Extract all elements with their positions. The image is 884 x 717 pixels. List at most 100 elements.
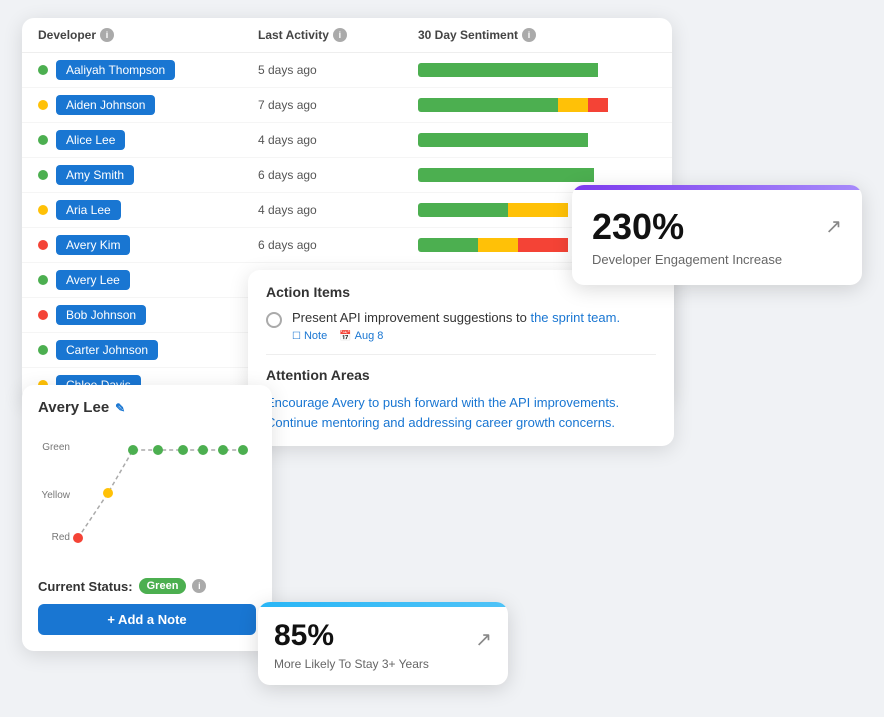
dev-cell: Bob Johnson — [38, 305, 258, 325]
bar-segment — [508, 203, 568, 217]
svg-text:Yellow: Yellow — [41, 490, 70, 501]
dev-badge[interactable]: Amy Smith — [56, 165, 134, 185]
profile-chart: Green Yellow Red — [38, 428, 256, 568]
engagement-card-content: 230% Developer Engagement Increase ↗ — [572, 190, 862, 285]
svg-text:Red: Red — [52, 532, 70, 543]
retention-trend-icon: ↗ — [475, 627, 492, 652]
status-dot — [38, 100, 48, 110]
activity-cell: 4 days ago — [258, 133, 418, 147]
dev-badge[interactable]: Carter Johnson — [56, 340, 158, 360]
retention-percentage: 85% — [274, 619, 429, 653]
table-header: Developer i Last Activity i 30 Day Senti… — [22, 18, 672, 53]
dev-badge[interactable]: Aiden Johnson — [56, 95, 155, 115]
dev-cell: Avery Kim — [38, 235, 258, 255]
sentiment-bar-cell — [418, 133, 656, 147]
retention-card: 85% More Likely To Stay 3+ Years ↗ — [258, 602, 508, 685]
retention-card-content: 85% More Likely To Stay 3+ Years ↗ — [258, 607, 508, 685]
status-dot — [38, 275, 48, 285]
bar-segment — [558, 98, 588, 112]
date-tag[interactable]: 📅 Aug 8 — [339, 330, 383, 342]
bar-segment — [418, 203, 508, 217]
sentiment-info-icon[interactable]: i — [522, 28, 536, 42]
action-check[interactable] — [266, 312, 282, 328]
dev-cell: Carter Johnson — [38, 340, 258, 360]
current-status-label: Current Status: — [38, 579, 133, 594]
sentiment-bar — [418, 63, 618, 77]
profile-card: Avery Lee ✎ Green Yellow Red Current Sta… — [22, 385, 272, 651]
bar-segment — [418, 98, 558, 112]
dev-cell: Aiden Johnson — [38, 95, 258, 115]
status-dot — [38, 205, 48, 215]
action-panel: Action Items Present API improvement sug… — [248, 270, 674, 446]
developer-info-icon[interactable]: i — [100, 28, 114, 42]
add-note-button[interactable]: + Add a Note — [38, 604, 256, 635]
table-row: Aaliyah Thompson 5 days ago — [22, 53, 672, 88]
dev-badge[interactable]: Avery Kim — [56, 235, 130, 255]
engagement-trend-icon: ↗ — [825, 214, 842, 239]
status-dot — [38, 310, 48, 320]
attention-text: Encourage Avery to push forward with the… — [266, 393, 656, 432]
status-dot — [38, 240, 48, 250]
dev-cell: Aaliyah Thompson — [38, 60, 258, 80]
activity-cell: 4 days ago — [258, 203, 418, 217]
svg-text:Green: Green — [42, 442, 70, 453]
sentiment-col-header: 30 Day Sentiment i — [418, 28, 656, 42]
current-status: Current Status: Green i — [38, 578, 256, 594]
activity-cell: 7 days ago — [258, 98, 418, 112]
status-dot — [38, 345, 48, 355]
status-badge: Green — [139, 578, 187, 594]
dev-cell: Alice Lee — [38, 130, 258, 150]
action-text: Present API improvement suggestions to t… — [292, 310, 620, 325]
bar-segment — [418, 133, 588, 147]
status-dot — [38, 65, 48, 75]
status-dot — [38, 170, 48, 180]
developer-col-header: Developer i — [38, 28, 258, 42]
table-row: Aiden Johnson 7 days ago — [22, 88, 672, 123]
dev-badge[interactable]: Aaliyah Thompson — [56, 60, 175, 80]
dev-cell: Avery Lee — [38, 270, 258, 290]
profile-name-text: Avery Lee — [38, 399, 109, 416]
status-info-icon[interactable]: i — [192, 579, 206, 593]
bar-segment — [478, 238, 518, 252]
edit-icon[interactable]: ✎ — [115, 401, 125, 415]
dev-badge[interactable]: Alice Lee — [56, 130, 125, 150]
sentiment-bar-cell — [418, 168, 656, 182]
dev-badge[interactable]: Bob Johnson — [56, 305, 146, 325]
dev-cell: Amy Smith — [38, 165, 258, 185]
sentiment-bar-cell — [418, 63, 656, 77]
sentiment-bar-cell — [418, 98, 656, 112]
sentiment-header-label: 30 Day Sentiment — [418, 28, 518, 42]
dev-badge[interactable]: Aria Lee — [56, 200, 121, 220]
activity-cell: 5 days ago — [258, 63, 418, 77]
sentiment-bar — [418, 133, 618, 147]
bar-segment — [588, 98, 608, 112]
status-dot — [38, 135, 48, 145]
developer-header-label: Developer — [38, 28, 96, 42]
activity-cell: 6 days ago — [258, 168, 418, 182]
action-item: Present API improvement suggestions to t… — [266, 310, 656, 342]
action-meta: ☐ Note 📅 Aug 8 — [292, 330, 620, 342]
dev-badge[interactable]: Avery Lee — [56, 270, 130, 290]
bar-segment — [418, 63, 598, 77]
bar-segment — [418, 168, 594, 182]
divider — [266, 354, 656, 355]
note-tag[interactable]: ☐ Note — [292, 330, 327, 342]
activity-info-icon[interactable]: i — [333, 28, 347, 42]
attention-areas-title: Attention Areas — [266, 367, 656, 383]
engagement-label: Developer Engagement Increase — [592, 252, 782, 267]
table-row: Alice Lee 4 days ago — [22, 123, 672, 158]
sentiment-bar — [418, 168, 618, 182]
activity-header-label: Last Activity — [258, 28, 329, 42]
bar-segment — [518, 238, 568, 252]
retention-label: More Likely To Stay 3+ Years — [274, 657, 429, 671]
activity-cell: 6 days ago — [258, 238, 418, 252]
bar-segment — [418, 238, 478, 252]
activity-col-header: Last Activity i — [258, 28, 418, 42]
sentiment-chart-svg: Green Yellow Red — [38, 428, 256, 563]
engagement-card: 230% Developer Engagement Increase ↗ — [572, 185, 862, 285]
dev-cell: Aria Lee — [38, 200, 258, 220]
engagement-percentage: 230% — [592, 206, 782, 248]
action-items-title: Action Items — [266, 284, 656, 300]
profile-name: Avery Lee ✎ — [38, 399, 256, 416]
sentiment-bar — [418, 98, 618, 112]
